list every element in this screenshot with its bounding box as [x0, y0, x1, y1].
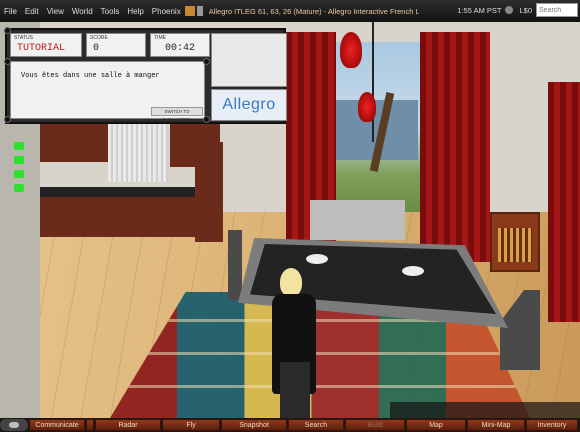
score-value: 0: [93, 43, 100, 54]
hud-corner-bl: [4, 116, 11, 123]
avatar-head[interactable]: [280, 268, 302, 296]
build-button[interactable]: Build: [345, 419, 405, 431]
hud-corner-ml: [4, 58, 11, 65]
menu-phoenix[interactable]: Phoenix: [148, 7, 185, 16]
chat-icon: [9, 422, 19, 428]
bottom-toolbar: Communicate Radar Fly Snapshot Search Bu…: [0, 418, 580, 432]
fly-button[interactable]: Fly: [162, 419, 220, 431]
map-button[interactable]: Map: [406, 419, 466, 431]
menu-bar: File Edit View World Tools Help Phoenix …: [0, 0, 580, 22]
communicate-button[interactable]: Communicate: [29, 419, 85, 431]
green-light-2[interactable]: [14, 156, 24, 164]
hud-corner-mr: [203, 58, 210, 65]
menu-help[interactable]: Help: [123, 7, 147, 16]
green-light-4[interactable]: [14, 184, 24, 192]
plate-1[interactable]: [306, 254, 328, 264]
mini-map-button[interactable]: Mini-Map: [467, 419, 525, 431]
red-pendant-lamp-2[interactable]: [358, 92, 376, 122]
search-button[interactable]: Search: [288, 419, 344, 431]
home-icon[interactable]: [184, 6, 195, 16]
kitchen-counter-base: [40, 197, 200, 237]
side-table[interactable]: [310, 200, 405, 240]
chat-bar[interactable]: [0, 419, 28, 431]
allegro-logo: Allegro: [211, 89, 287, 121]
clock: 1:55 AM PST: [457, 5, 502, 15]
status-field: STATUS TUTORIAL: [10, 33, 82, 57]
time-field: TIME 00:42: [150, 33, 210, 57]
curtain-far-right: [548, 82, 580, 322]
avatar-legs: [280, 362, 310, 418]
time-label: TIME: [154, 35, 166, 41]
green-light-3[interactable]: [14, 170, 24, 178]
kitchen-cabinet: [40, 122, 110, 162]
menu-tools[interactable]: Tools: [97, 7, 124, 16]
location-label[interactable]: Allegro ITLEG 61, 63, 26 (Mature) - Alle…: [209, 7, 419, 16]
menu-view[interactable]: View: [43, 7, 68, 16]
score-label: SCORE: [90, 35, 108, 41]
game-hud-panel: STATUS TUTORIAL SCORE 0 TIME 00:42 Vous …: [4, 27, 287, 124]
inventory-button[interactable]: Inventory: [526, 419, 578, 431]
message-text: Vous êtes dans une salle à manger: [21, 72, 160, 80]
allegro-logo-text: Allegro: [222, 96, 276, 113]
message-box: Vous êtes dans une salle à manger SWITCH…: [10, 61, 205, 122]
movement-hud[interactable]: [390, 402, 580, 418]
flag-icon: [196, 6, 203, 16]
menu-file[interactable]: File: [0, 7, 21, 16]
plate-2[interactable]: [402, 266, 424, 276]
hud-image-panel: [211, 33, 287, 87]
menu-edit[interactable]: Edit: [21, 7, 43, 16]
lamp-cord: [372, 22, 374, 142]
kitchen-blinds: [108, 122, 168, 182]
snapshot-button[interactable]: Snapshot: [221, 419, 287, 431]
stove-grill: [498, 228, 532, 262]
green-light-1[interactable]: [14, 142, 24, 150]
search-input[interactable]: [536, 3, 578, 17]
time-value: 00:42: [165, 43, 196, 54]
volume-icon[interactable]: [505, 6, 514, 14]
switch-to-evaluation-button[interactable]: SWITCH TO EVALUATION: [151, 107, 203, 122]
hud-corner-tl: [4, 27, 11, 34]
radar-button[interactable]: Radar: [95, 419, 161, 431]
status-label: STATUS: [14, 35, 33, 41]
kitchen-counter: [40, 187, 200, 197]
communicate-dropdown[interactable]: [86, 419, 94, 431]
hud-corner-br: [203, 116, 210, 123]
balance[interactable]: L$0: [519, 6, 532, 15]
kitchen-tall-cabinet: [195, 142, 223, 242]
chair-left[interactable]: [228, 230, 242, 300]
score-field: SCORE 0: [86, 33, 146, 57]
menu-world[interactable]: World: [68, 7, 97, 16]
curtain-right: [420, 32, 490, 262]
red-pendant-lamp[interactable]: [340, 32, 362, 68]
status-value: TUTORIAL: [17, 43, 66, 54]
